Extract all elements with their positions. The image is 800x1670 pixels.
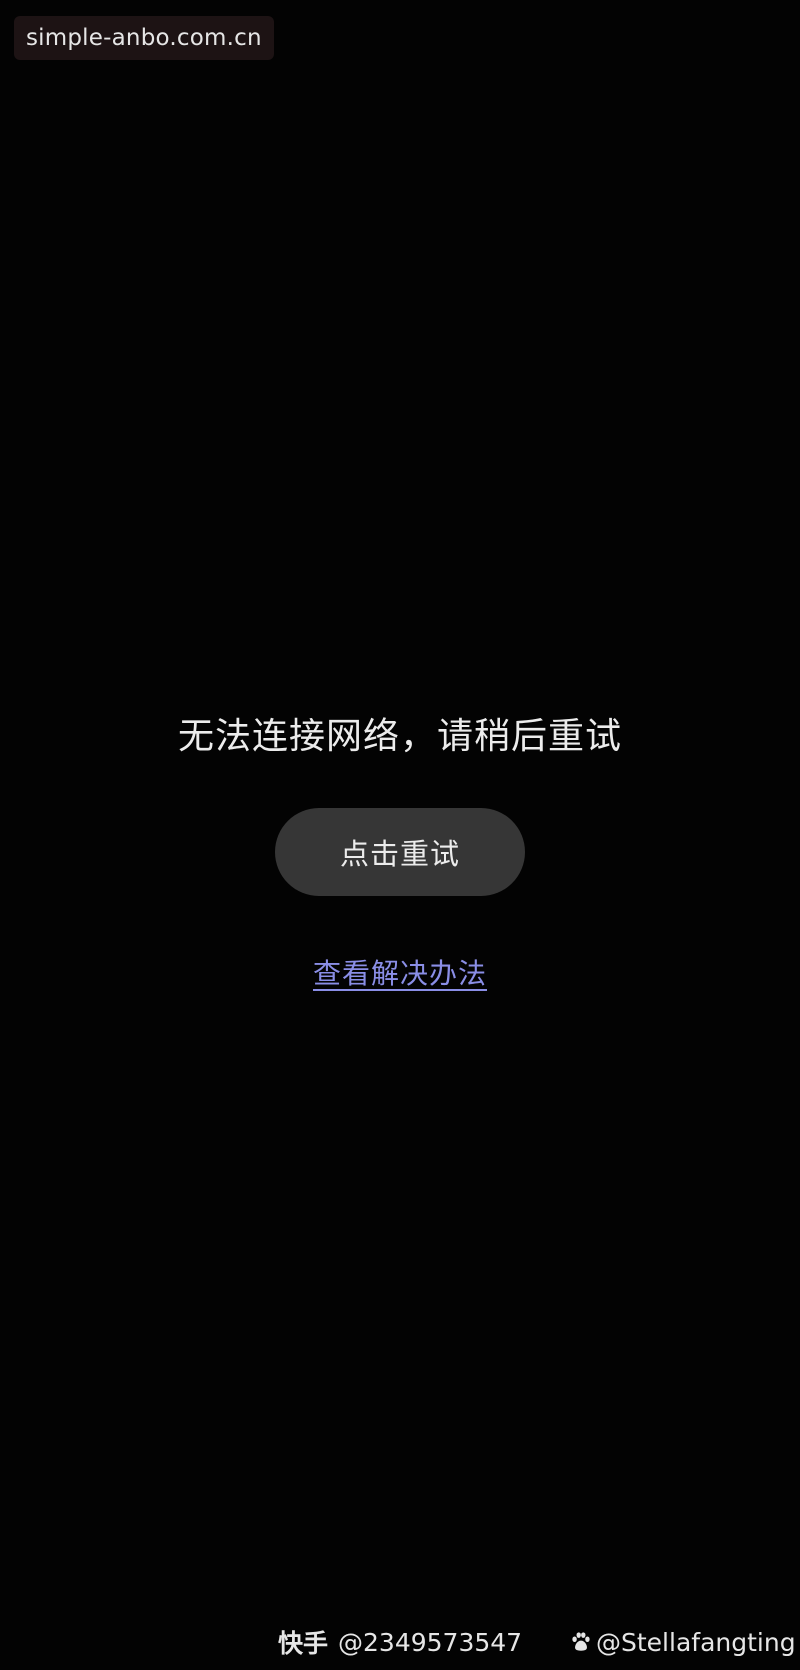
retry-button-label: 点击重试 bbox=[339, 837, 460, 871]
error-message: 无法连接网络，请稍后重试 bbox=[177, 716, 622, 757]
weibo-handle: @Stellafangting bbox=[596, 1627, 796, 1657]
kuaishou-brand: 快手 bbox=[278, 1629, 329, 1658]
paw-icon bbox=[572, 1632, 590, 1651]
retry-button[interactable]: 点击重试 bbox=[275, 808, 525, 896]
weibo-watermark: @Stellafangting bbox=[570, 1622, 796, 1662]
view-solution-link[interactable]: 查看解决办法 bbox=[313, 957, 487, 990]
site-watermark-text: simple-anbo.com.cn bbox=[26, 25, 262, 51]
solution-link-container: 查看解决办法 bbox=[0, 952, 800, 992]
site-watermark-badge: simple-anbo.com.cn bbox=[14, 16, 274, 60]
kuaishou-watermark: 快手 @2349573547 bbox=[278, 1622, 522, 1662]
kuaishou-handle: @2349573547 bbox=[338, 1627, 523, 1657]
